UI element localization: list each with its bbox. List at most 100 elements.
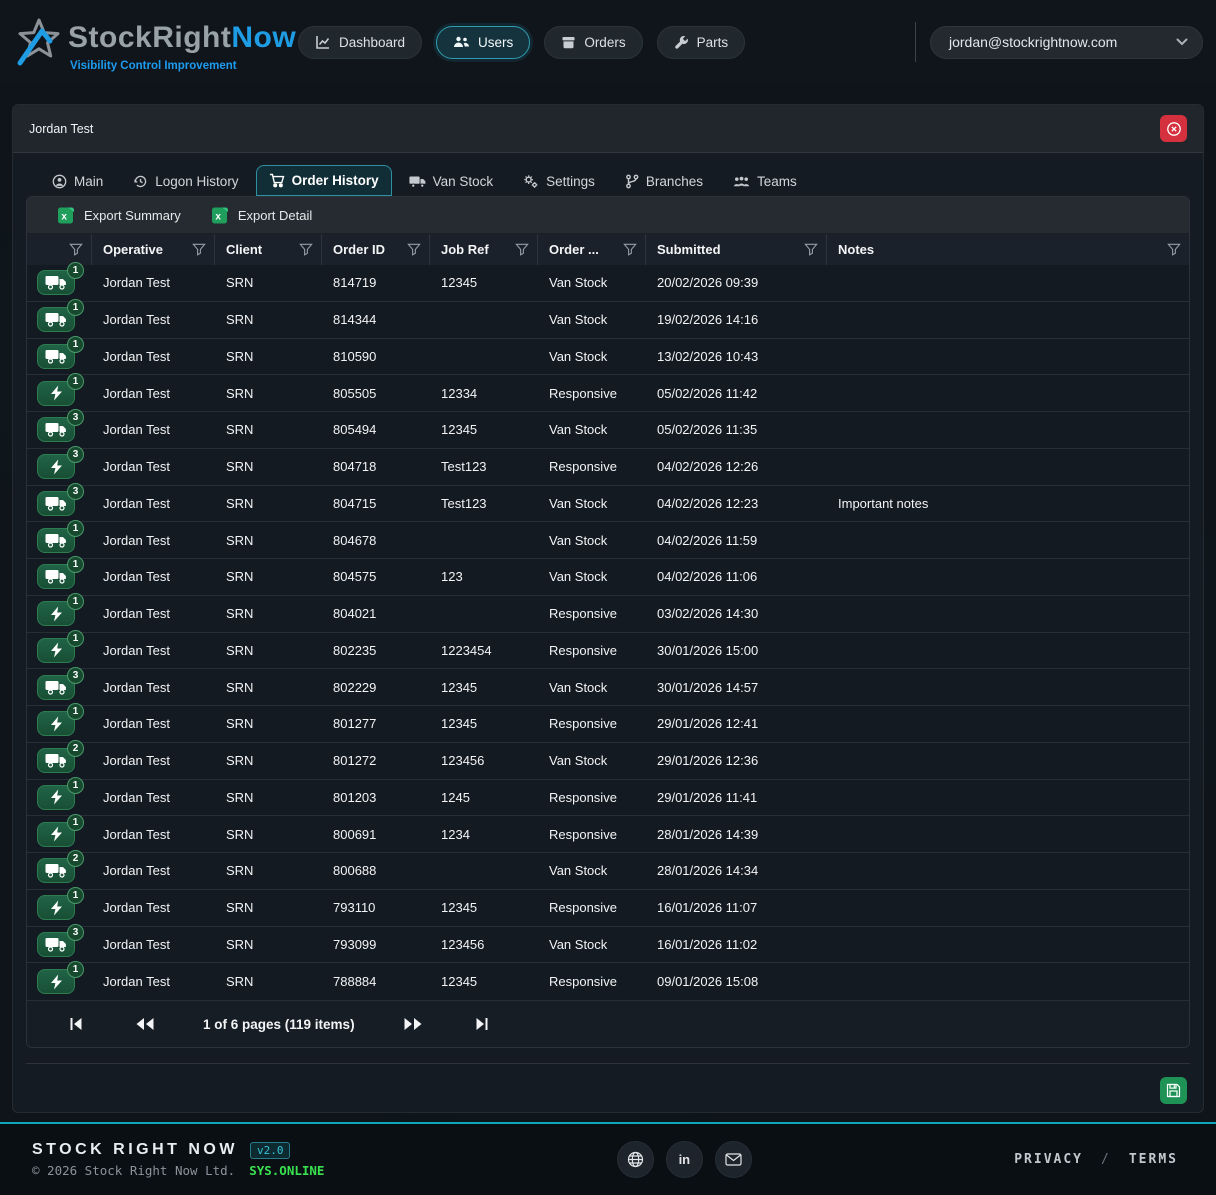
cell-submitted: 16/01/2026 11:02	[646, 927, 827, 963]
cell-notes	[827, 375, 1189, 411]
order-count-badge: 1	[67, 299, 84, 316]
terms-link[interactable]: TERMS	[1129, 1152, 1178, 1167]
cell-job-ref: 12345	[430, 963, 538, 1000]
column-header-order-id: Order ID	[322, 234, 430, 265]
filter-icon[interactable]	[299, 243, 313, 256]
copyright-text: © 2026 Stock Right Now Ltd.	[32, 1163, 235, 1178]
cell-order-id: 814344	[322, 302, 430, 338]
table-row[interactable]: 1 Jordan Test SRN 802235 1223454 Respons…	[27, 633, 1189, 670]
filter-icon[interactable]	[623, 243, 637, 256]
cell-job-ref: 1234	[430, 816, 538, 852]
filter-icon[interactable]	[407, 243, 421, 256]
tab-branches[interactable]: Branches	[612, 166, 716, 196]
tab-main[interactable]: Main	[39, 166, 116, 196]
cell-notes	[827, 927, 1189, 963]
save-button[interactable]	[1160, 1077, 1187, 1104]
nav-item-parts[interactable]: Parts	[657, 26, 746, 59]
privacy-link[interactable]: PRIVACY	[1014, 1152, 1083, 1167]
table-row[interactable]: 1 Jordan Test SRN 814344 Van Stock 19/02…	[27, 302, 1189, 339]
floppy-save-icon	[1166, 1083, 1181, 1098]
next-page-button[interactable]	[399, 1013, 427, 1035]
filter-icon[interactable]	[515, 243, 529, 256]
cell-submitted: 05/02/2026 11:35	[646, 412, 827, 448]
cell-order-type: Van Stock	[538, 412, 646, 448]
history-icon	[133, 174, 148, 189]
cell-order-type: Van Stock	[538, 743, 646, 779]
cell-order-type: Van Stock	[538, 302, 646, 338]
table-row[interactable]: 3 Jordan Test SRN 804715 Test123 Van Sto…	[27, 486, 1189, 523]
cell-operative: Jordan Test	[92, 265, 215, 301]
tab-settings[interactable]: Settings	[510, 166, 608, 196]
table-row[interactable]: 1 Jordan Test SRN 804021 Responsive 03/0…	[27, 596, 1189, 633]
table-row[interactable]: 1 Jordan Test SRN 805505 12334 Responsiv…	[27, 375, 1189, 412]
cell-order-id: 788884	[322, 963, 430, 1000]
cell-notes	[827, 412, 1189, 448]
table-row[interactable]: 3 Jordan Test SRN 805494 12345 Van Stock…	[27, 412, 1189, 449]
filter-icon[interactable]	[192, 243, 206, 256]
table-row[interactable]: 1 Jordan Test SRN 800691 1234 Responsive…	[27, 816, 1189, 853]
cell-client: SRN	[215, 486, 322, 522]
cart-icon	[269, 173, 285, 188]
table-row[interactable]: 1 Jordan Test SRN 810590 Van Stock 13/02…	[27, 339, 1189, 376]
chart-line-icon	[315, 34, 331, 50]
tab-logon-history[interactable]: Logon History	[120, 166, 251, 196]
table-row[interactable]: 1 Jordan Test SRN 804575 123 Van Stock 0…	[27, 559, 1189, 596]
table-row[interactable]: 1 Jordan Test SRN 793110 12345 Responsiv…	[27, 890, 1189, 927]
filter-icon[interactable]	[69, 243, 83, 256]
nav-item-users[interactable]: Users	[436, 26, 530, 59]
close-button[interactable]	[1160, 115, 1187, 142]
website-link-button[interactable]	[617, 1141, 654, 1178]
cell-submitted: 20/02/2026 09:39	[646, 265, 827, 301]
first-page-button[interactable]	[65, 1013, 87, 1035]
cell-notes	[827, 853, 1189, 889]
cell-submitted: 28/01/2026 14:34	[646, 853, 827, 889]
table-row[interactable]: 1 Jordan Test SRN 788884 12345 Responsiv…	[27, 963, 1189, 1000]
table-row[interactable]: 3 Jordan Test SRN 793099 123456 Van Stoc…	[27, 927, 1189, 964]
cell-submitted: 29/01/2026 11:41	[646, 780, 827, 816]
pagination-bar: 1 of 6 pages (119 items)	[27, 1000, 1189, 1047]
table-row[interactable]: 3 Jordan Test SRN 804718 Test123 Respons…	[27, 449, 1189, 486]
team-icon	[733, 175, 750, 189]
nav-item-orders[interactable]: Orders	[544, 26, 642, 59]
cell-operative: Jordan Test	[92, 743, 215, 779]
table-row[interactable]: 1 Jordan Test SRN 801277 12345 Responsiv…	[27, 706, 1189, 743]
table-row[interactable]: 2 Jordan Test SRN 801272 123456 Van Stoc…	[27, 743, 1189, 780]
cell-operative: Jordan Test	[92, 890, 215, 926]
table-row[interactable]: 1 Jordan Test SRN 804678 Van Stock 04/02…	[27, 522, 1189, 559]
table-row[interactable]: 1 Jordan Test SRN 814719 12345 Van Stock…	[27, 265, 1189, 302]
tab-teams[interactable]: Teams	[720, 166, 810, 196]
previous-page-button[interactable]	[131, 1013, 159, 1035]
filter-icon[interactable]	[1167, 243, 1181, 256]
filter-icon[interactable]	[804, 243, 818, 256]
nav-item-label: Parts	[697, 35, 729, 50]
nav-item-dashboard[interactable]: Dashboard	[298, 26, 422, 59]
cell-submitted: 04/02/2026 11:06	[646, 559, 827, 595]
last-page-button[interactable]	[471, 1013, 493, 1035]
cell-job-ref	[430, 339, 538, 375]
order-count-badge: 1	[67, 777, 84, 794]
table-row[interactable]: 3 Jordan Test SRN 802229 12345 Van Stock…	[27, 669, 1189, 706]
tab-order-history[interactable]: Order History	[256, 165, 392, 196]
export-detail-button[interactable]: x Export Detail	[201, 203, 322, 228]
tab-van-stock[interactable]: Van Stock	[396, 166, 507, 196]
pagination-status: 1 of 6 pages (119 items)	[203, 1017, 355, 1032]
account-dropdown[interactable]: jordan@stockrightnow.com	[930, 26, 1203, 59]
cell-job-ref: 123456	[430, 927, 538, 963]
table-row[interactable]: 1 Jordan Test SRN 801203 1245 Responsive…	[27, 780, 1189, 817]
email-button[interactable]	[715, 1141, 752, 1178]
page-title: Jordan Test	[29, 122, 93, 136]
cell-notes	[827, 302, 1189, 338]
cell-operative: Jordan Test	[92, 853, 215, 889]
cell-notes	[827, 669, 1189, 705]
user-detail-panel: Jordan Test Main	[12, 104, 1204, 1113]
table-row[interactable]: 2 Jordan Test SRN 800688 Van Stock 28/01…	[27, 853, 1189, 890]
cell-operative: Jordan Test	[92, 449, 215, 485]
cell-operative: Jordan Test	[92, 633, 215, 669]
cell-order-id: 804021	[322, 596, 430, 632]
order-count-badge: 1	[67, 814, 84, 831]
linkedin-button[interactable]: in	[666, 1141, 703, 1178]
export-summary-button[interactable]: x Export Summary	[47, 203, 191, 228]
cell-order-type: Van Stock	[538, 522, 646, 558]
cell-notes	[827, 963, 1189, 1000]
cell-operative: Jordan Test	[92, 927, 215, 963]
